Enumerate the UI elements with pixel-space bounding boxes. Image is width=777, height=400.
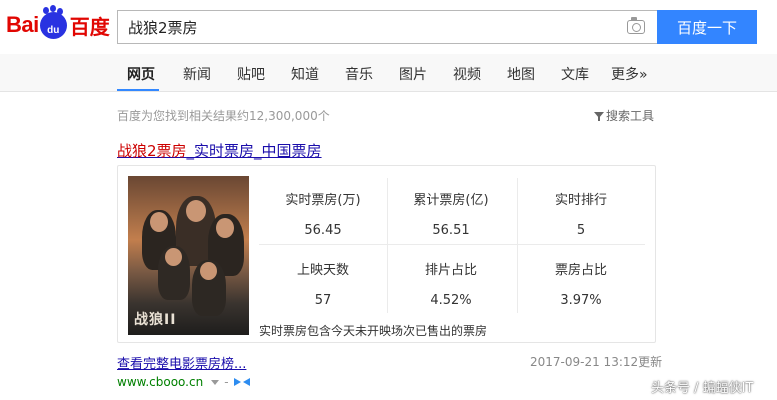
stat-value: 3.97% bbox=[560, 293, 602, 308]
stat-value: 56.45 bbox=[304, 223, 342, 238]
logo-bai-text: Bai bbox=[6, 12, 39, 37]
tab-map[interactable]: 地图 bbox=[507, 64, 535, 84]
result-title-link[interactable]: 战狼2票房_实时票房_中国票房 bbox=[117, 140, 322, 161]
updated-timestamp: 2017-09-21 13:12更新 bbox=[530, 355, 663, 369]
watermark: 头条号 / 蝙蝠侠IT bbox=[651, 381, 754, 396]
search-input[interactable]: 战狼2票房 bbox=[117, 10, 657, 44]
filter-icon bbox=[594, 111, 604, 121]
stat-label: 累计票房(亿) bbox=[413, 193, 489, 208]
full-ranking-link[interactable]: 查看完整电影票房榜... bbox=[117, 353, 246, 372]
divider bbox=[259, 244, 645, 245]
card-note: 实时票房包含今天未开映场次已售出的票房 bbox=[259, 324, 488, 338]
stat-label: 实时排行 bbox=[554, 193, 607, 208]
search-button[interactable]: 百度一下 bbox=[657, 10, 757, 44]
tab-web[interactable]: 网页 bbox=[127, 64, 155, 84]
search-tools-label: 搜索工具 bbox=[606, 109, 655, 123]
tab-wenku[interactable]: 文库 bbox=[561, 64, 589, 84]
nav-bar: 网页 新闻 贴吧 知道 音乐 图片 视频 地图 文库 更多» bbox=[0, 54, 777, 92]
header: Bai du 百度 战狼2票房 百度一下 bbox=[0, 0, 777, 54]
stat-value: 56.51 bbox=[432, 223, 470, 238]
result-count: 百度为您找到相关结果约12,300,000个 bbox=[117, 109, 330, 123]
tab-zhidao[interactable]: 知道 bbox=[291, 64, 319, 84]
separator-dash: - bbox=[224, 375, 229, 389]
result-url[interactable]: www.cbooo.cn bbox=[117, 375, 203, 389]
stat-days-showing: 上映天数 57 bbox=[259, 259, 387, 308]
caret-down-icon[interactable] bbox=[211, 379, 220, 385]
stat-label: 上映天数 bbox=[296, 263, 349, 278]
baidu-logo[interactable]: Bai du 百度 bbox=[6, 6, 110, 42]
box-office-card: 战狼II 实时票房(万) 56.45 累计票房(亿) 56.51 实时排行 5 … bbox=[117, 165, 656, 343]
logo-baidu-text: 百度 bbox=[69, 14, 110, 39]
tab-music[interactable]: 音乐 bbox=[345, 64, 373, 84]
result-url-row: www.cbooo.cn - bbox=[117, 375, 250, 389]
search-tools-button[interactable]: 搜索工具 bbox=[594, 107, 654, 124]
search-query: 战狼2票房 bbox=[128, 19, 198, 37]
divider bbox=[387, 178, 388, 313]
stat-realtime-boxoffice: 实时票房(万) 56.45 bbox=[259, 189, 387, 238]
bow-icon[interactable] bbox=[233, 378, 250, 386]
stat-value: 5 bbox=[576, 223, 586, 238]
stat-label: 实时票房(万) bbox=[285, 193, 361, 208]
tab-more[interactable]: 更多» bbox=[611, 64, 648, 84]
active-tab-indicator bbox=[117, 89, 159, 91]
stat-screening-share: 排片占比 4.52% bbox=[387, 259, 515, 308]
tab-tieba[interactable]: 贴吧 bbox=[237, 64, 265, 84]
stat-label: 排片占比 bbox=[424, 263, 477, 278]
tab-news[interactable]: 新闻 bbox=[183, 64, 211, 84]
stat-boxoffice-share: 票房占比 3.97% bbox=[517, 259, 645, 308]
stat-label: 票房占比 bbox=[554, 263, 607, 278]
tab-video[interactable]: 视频 bbox=[453, 64, 481, 84]
stat-value: 4.52% bbox=[430, 293, 472, 308]
camera-icon[interactable] bbox=[627, 17, 645, 34]
result-title-highlight: 战狼2票房 bbox=[117, 142, 187, 160]
tab-images[interactable]: 图片 bbox=[399, 64, 427, 84]
movie-poster[interactable]: 战狼II bbox=[128, 176, 249, 335]
stat-total-boxoffice: 累计票房(亿) 56.51 bbox=[387, 189, 515, 238]
divider bbox=[517, 178, 518, 313]
result-title-rest: _实时票房_中国票房 bbox=[186, 142, 322, 160]
stat-realtime-rank: 实时排行 5 bbox=[517, 189, 645, 238]
paw-icon: du bbox=[39, 6, 67, 39]
stat-value: 57 bbox=[314, 293, 332, 308]
logo-du-text: du bbox=[47, 24, 60, 36]
poster-title: 战狼II bbox=[134, 312, 177, 328]
